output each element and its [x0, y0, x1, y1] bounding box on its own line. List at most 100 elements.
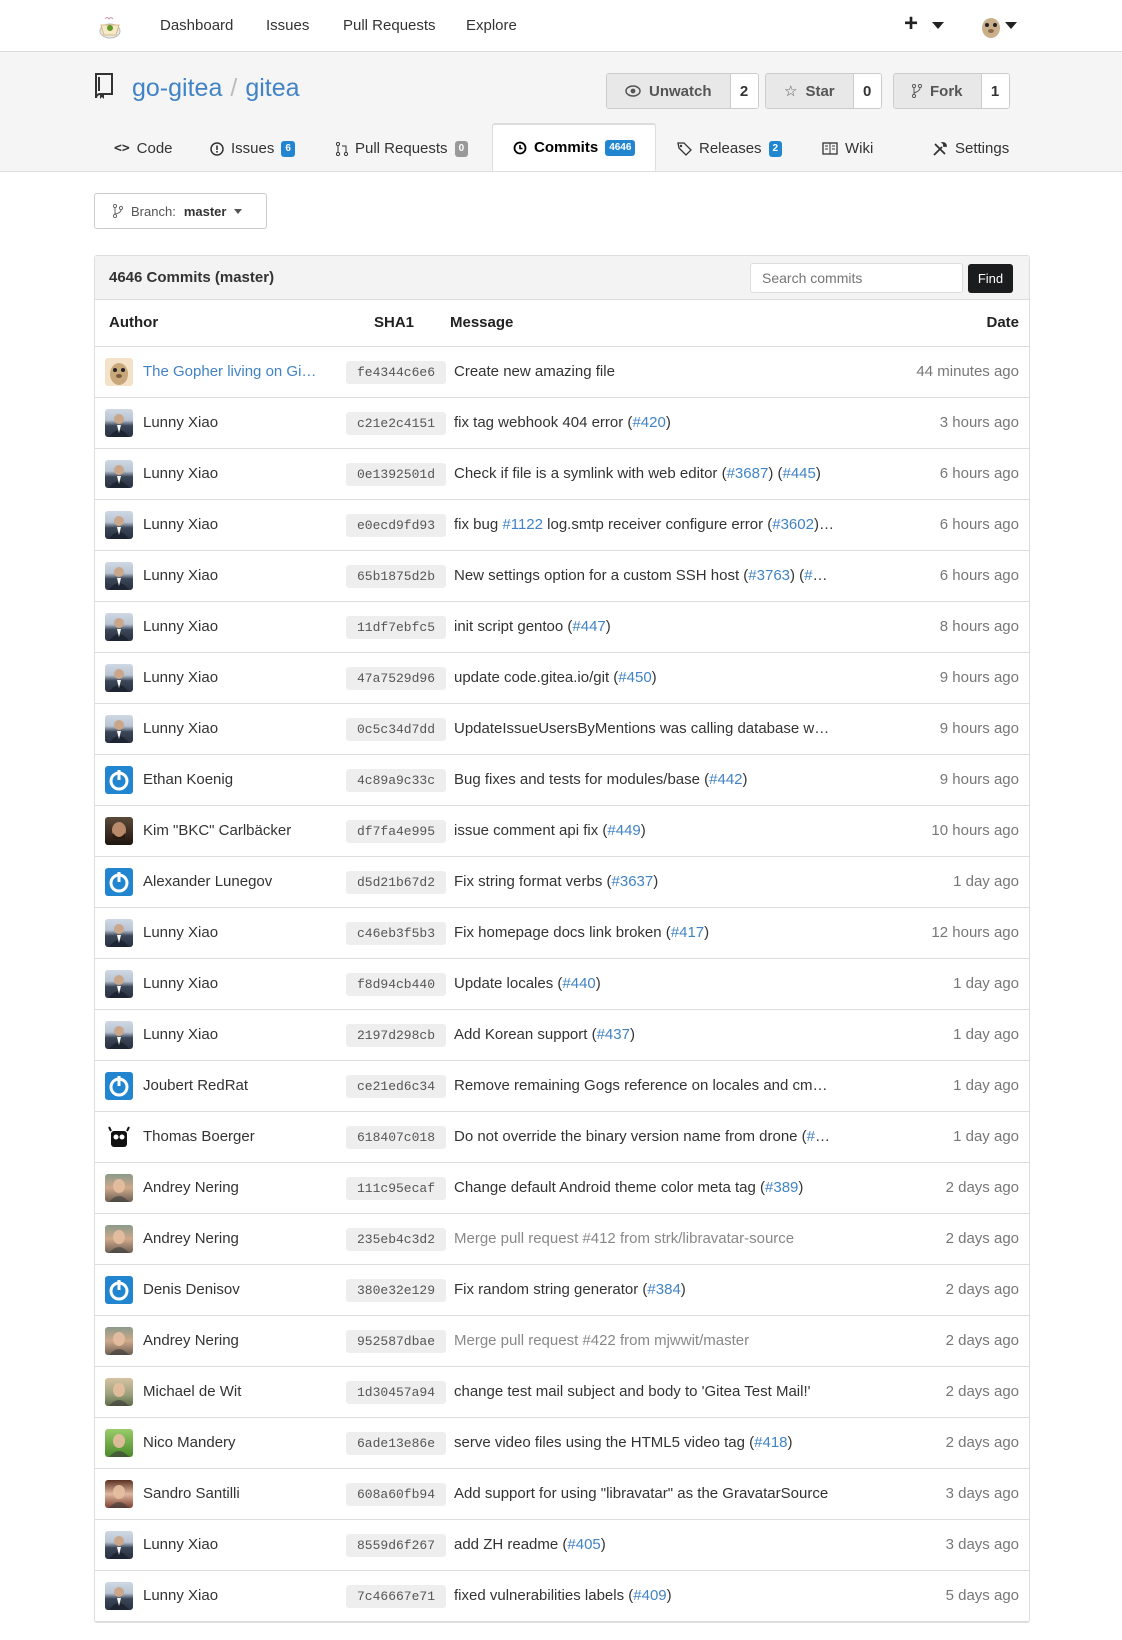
author-avatar[interactable]: [105, 1582, 133, 1610]
issue-reference-link[interactable]: #446: [804, 567, 834, 584]
issue-reference-link[interactable]: #442: [709, 771, 742, 788]
nav-pull-requests[interactable]: Pull Requests: [343, 17, 436, 34]
author-avatar[interactable]: [105, 613, 133, 641]
commit-sha-link[interactable]: d5d21b67d2: [346, 871, 446, 894]
nav-dashboard[interactable]: Dashboard: [160, 17, 233, 34]
commit-message[interactable]: Add Korean support (#437): [454, 1026, 834, 1043]
repo-owner-link[interactable]: go-gitea: [132, 74, 222, 102]
author-avatar[interactable]: [105, 868, 133, 896]
tab-releases[interactable]: Releases 2: [677, 125, 783, 172]
tab-issues[interactable]: Issues 6: [210, 125, 295, 172]
commit-message[interactable]: Bug fixes and tests for modules/base (#4…: [454, 771, 834, 788]
commit-sha-link[interactable]: f8d94cb440: [346, 973, 446, 996]
commit-message[interactable]: update code.gitea.io/git (#450): [454, 669, 834, 686]
watch-count[interactable]: 2: [729, 74, 758, 108]
commit-sha-link[interactable]: 235eb4c3d2: [346, 1228, 446, 1251]
author-name[interactable]: Denis Denisov: [143, 1281, 318, 1298]
author-avatar[interactable]: [105, 1072, 133, 1100]
commit-sha-link[interactable]: fe4344c6e6: [346, 361, 446, 384]
commit-message[interactable]: fix bug #1122 log.smtp receiver configur…: [454, 516, 834, 533]
repo-name-link[interactable]: gitea: [245, 74, 299, 102]
commit-message[interactable]: Remove remaining Gogs reference on local…: [454, 1077, 834, 1094]
author-avatar[interactable]: [105, 1123, 133, 1151]
issue-reference-link[interactable]: #409: [633, 1587, 666, 1604]
author-avatar[interactable]: [105, 1429, 133, 1457]
commit-message[interactable]: fixed vulnerabilities labels (#409): [454, 1587, 834, 1604]
commit-message[interactable]: Create new amazing file: [454, 363, 834, 380]
commit-sha-link[interactable]: df7fa4e995: [346, 820, 446, 843]
fork-count[interactable]: 1: [980, 74, 1009, 108]
branch-dropdown[interactable]: Branch: master: [94, 193, 267, 229]
author-name[interactable]: Lunny Xiao: [143, 924, 318, 941]
author-avatar[interactable]: [105, 1276, 133, 1304]
plus-icon[interactable]: +: [904, 10, 918, 38]
author-avatar[interactable]: [105, 511, 133, 539]
commit-sha-link[interactable]: 608a60fb94: [346, 1483, 446, 1506]
commit-sha-link[interactable]: c46eb3f5b3: [346, 922, 446, 945]
nav-explore[interactable]: Explore: [466, 17, 517, 34]
author-name[interactable]: Alexander Lunegov: [143, 873, 318, 890]
chevron-down-icon[interactable]: [932, 22, 944, 29]
unwatch-button[interactable]: Unwatch: [607, 74, 730, 108]
commit-sha-link[interactable]: 4c89a9c33c: [346, 769, 446, 792]
commit-message[interactable]: add ZH readme (#405): [454, 1536, 834, 1553]
commit-message[interactable]: Check if file is a symlink with web edit…: [454, 465, 834, 482]
author-avatar[interactable]: [105, 562, 133, 590]
commit-message[interactable]: fix tag webhook 404 error (#420): [454, 414, 834, 431]
commit-message[interactable]: serve video files using the HTML5 video …: [454, 1434, 834, 1451]
author-name[interactable]: Joubert RedRat: [143, 1077, 318, 1094]
author-name[interactable]: Andrey Nering: [143, 1230, 318, 1247]
author-name[interactable]: Lunny Xiao: [143, 1536, 318, 1553]
commit-message[interactable]: UpdateIssueUsersByMentions was calling d…: [454, 720, 834, 737]
commit-sha-link[interactable]: 47a7529d96: [346, 667, 446, 690]
issue-reference-link[interactable]: #447: [572, 618, 605, 635]
author-name[interactable]: The Gopher living on Gi…: [143, 363, 318, 380]
commit-sha-link[interactable]: 2197d298cb: [346, 1024, 446, 1047]
user-avatar[interactable]: [978, 13, 1004, 39]
author-avatar[interactable]: [105, 1327, 133, 1355]
commit-message[interactable]: Fix homepage docs link broken (#417): [454, 924, 834, 941]
tab-commits[interactable]: Commits 4646: [492, 123, 657, 171]
author-name[interactable]: Lunny Xiao: [143, 1587, 318, 1604]
search-commits-input[interactable]: [750, 263, 963, 293]
issue-reference-link[interactable]: #449: [607, 822, 640, 839]
author-avatar[interactable]: [105, 664, 133, 692]
issue-reference-link[interactable]: #440: [562, 975, 595, 992]
author-avatar[interactable]: [105, 1378, 133, 1406]
issue-reference-link[interactable]: #389: [765, 1179, 798, 1196]
author-avatar[interactable]: [105, 1174, 133, 1202]
chevron-down-icon[interactable]: [1005, 22, 1017, 29]
author-avatar[interactable]: [105, 970, 133, 998]
author-name[interactable]: Andrey Nering: [143, 1332, 318, 1349]
commit-sha-link[interactable]: ce21ed6c34: [346, 1075, 446, 1098]
author-avatar[interactable]: [105, 766, 133, 794]
issue-reference-link[interactable]: #445: [782, 465, 815, 482]
author-name[interactable]: Lunny Xiao: [143, 567, 318, 584]
nav-issues[interactable]: Issues: [266, 17, 309, 34]
issue-reference-link[interactable]: #420: [632, 414, 665, 431]
commit-sha-link[interactable]: 618407c018: [346, 1126, 446, 1149]
author-name[interactable]: Andrey Nering: [143, 1179, 318, 1196]
commit-message[interactable]: New settings option for a custom SSH hos…: [454, 567, 834, 584]
issue-reference-link[interactable]: #436: [807, 1128, 834, 1145]
commit-message[interactable]: Change default Android theme color meta …: [454, 1179, 834, 1196]
issue-reference-link[interactable]: #418: [754, 1434, 787, 1451]
gitea-logo-icon[interactable]: [96, 13, 124, 39]
issue-reference-link[interactable]: #405: [567, 1536, 600, 1553]
author-name[interactable]: Lunny Xiao: [143, 414, 318, 431]
commit-sha-link[interactable]: 1d30457a94: [346, 1381, 446, 1404]
commit-sha-link[interactable]: 0e1392501d: [346, 463, 446, 486]
author-avatar[interactable]: [105, 1531, 133, 1559]
author-name[interactable]: Lunny Xiao: [143, 618, 318, 635]
fork-button[interactable]: Fork: [894, 74, 981, 108]
issue-reference-link[interactable]: #450: [618, 669, 651, 686]
commit-message[interactable]: Update locales (#440): [454, 975, 834, 992]
commit-sha-link[interactable]: 0c5c34d7dd: [346, 718, 446, 741]
issue-reference-link[interactable]: #3602: [772, 516, 814, 533]
commit-sha-link[interactable]: 380e32e129: [346, 1279, 446, 1302]
commit-sha-link[interactable]: 952587dbae: [346, 1330, 446, 1353]
star-count[interactable]: 0: [852, 74, 881, 108]
tab-pull-requests[interactable]: Pull Requests 0: [336, 125, 469, 172]
author-name[interactable]: Lunny Xiao: [143, 516, 318, 533]
issue-reference-link[interactable]: #437: [597, 1026, 630, 1043]
